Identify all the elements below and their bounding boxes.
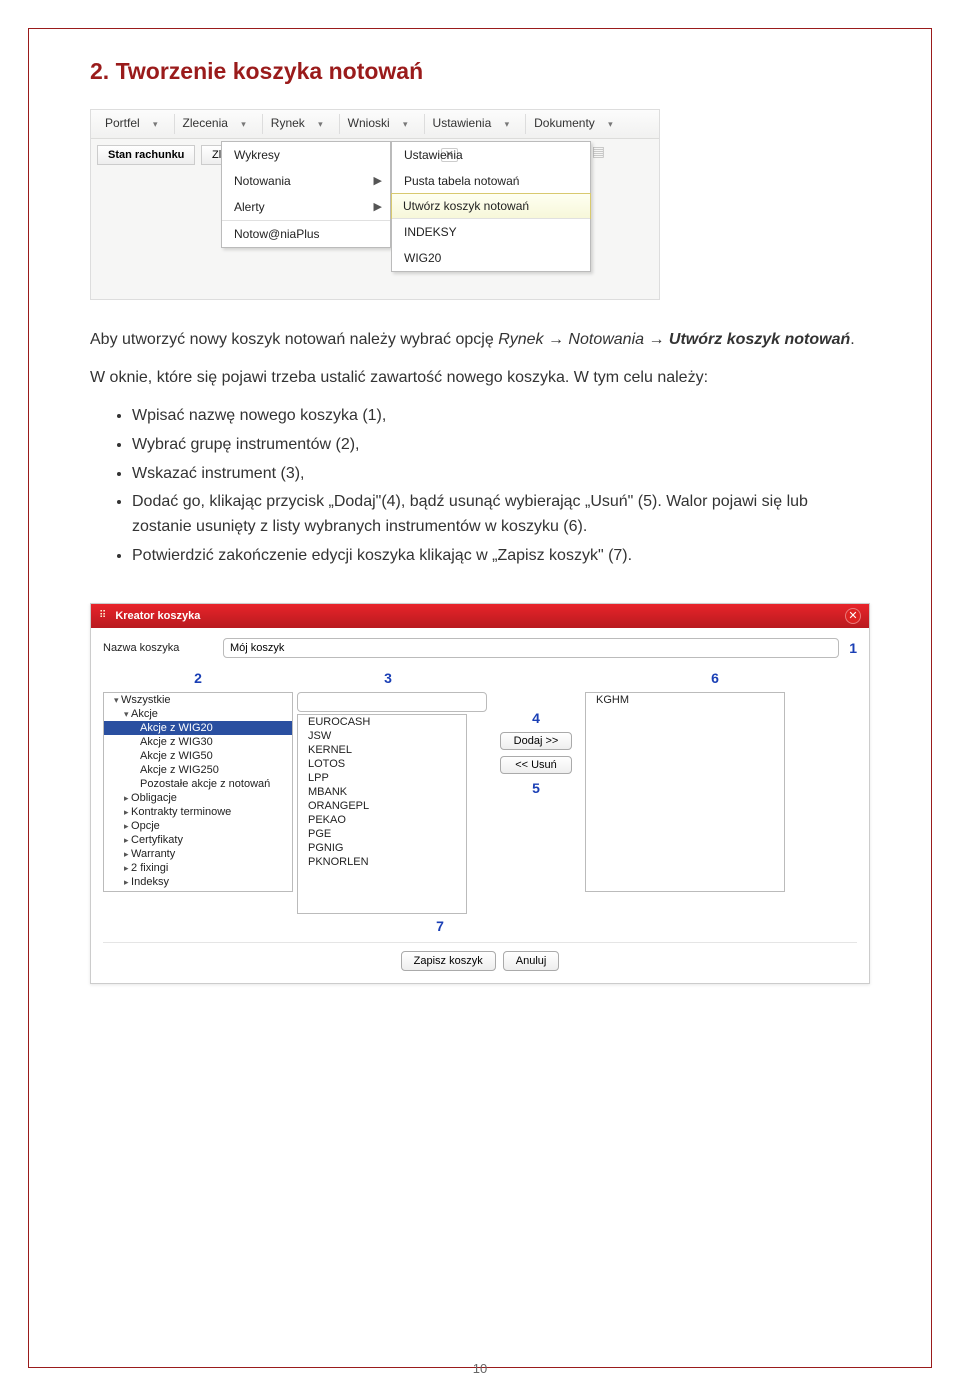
menu-item[interactable]: Dokumenty ▾ — [526, 114, 629, 134]
menu-item[interactable]: Portfel ▾ — [97, 114, 175, 134]
tree-node[interactable]: Obligacje — [104, 791, 292, 805]
basket-name-input[interactable] — [223, 638, 839, 658]
submenu-rynek[interactable]: WykresyNotowania▶Alerty▶Notow@niaPlus — [221, 141, 391, 248]
marker-6: 6 — [711, 670, 719, 686]
tree-node[interactable]: Pozostałe akcje z notowań — [104, 777, 292, 791]
tree-node[interactable]: Wszystkie — [104, 693, 292, 707]
menu-item[interactable]: Pusta tabela notowań — [392, 168, 590, 194]
save-basket-button[interactable]: Zapisz koszyk — [401, 951, 496, 971]
section-heading: 2. Tworzenie koszyka notowań — [90, 58, 870, 85]
menu-item[interactable]: Notowania▶ — [222, 168, 390, 194]
grip-icon: ⠿ — [99, 610, 107, 621]
list-item: Wybrać grupę instrumentów (2), — [132, 433, 870, 458]
menu-item[interactable]: Ustawienia — [392, 142, 590, 168]
tree-node[interactable]: 2 fixingi — [104, 861, 292, 875]
list-item[interactable]: PKNORLEN — [298, 855, 466, 869]
add-button[interactable]: Dodaj >> — [500, 732, 572, 750]
menu-item[interactable]: WIG20 — [392, 245, 590, 271]
chevron-right-icon: ▶ — [374, 200, 382, 213]
menu-item[interactable]: Notow@niaPlus — [222, 220, 390, 247]
paragraph-steps-intro: W oknie, które się pojawi trzeba ustalić… — [90, 366, 870, 390]
tree-node[interactable]: Akcje z WIG50 — [104, 749, 292, 763]
list-item: Dodać go, klikając przycisk „Dodaj"(4), … — [132, 490, 870, 540]
menu-item[interactable]: Rynek ▾ — [263, 114, 340, 134]
list-item: Wpisać nazwę nowego koszyka (1), — [132, 404, 870, 429]
list-item[interactable]: LPP — [298, 771, 466, 785]
tree-node[interactable]: Akcje z WIG20 — [104, 721, 292, 735]
basket-name-label: Nazwa koszyka — [103, 642, 223, 654]
screenshot-kreator: ⠿ Kreator koszyka ✕ Nazwa koszyka 1 2 3 … — [90, 603, 870, 984]
screenshot-menu: Portfel ▾Zlecenia ▾Rynek ▾Wnioski ▾Ustaw… — [90, 109, 660, 300]
instrument-group-tree[interactable]: WszystkieAkcjeAkcje z WIG20Akcje z WIG30… — [103, 692, 293, 892]
tree-node[interactable]: Akcje — [104, 707, 292, 721]
list-item[interactable]: JSW — [298, 729, 466, 743]
remove-button[interactable]: << Usuń — [500, 756, 572, 774]
menu-item[interactable]: Alerty▶ — [222, 194, 390, 220]
tree-node[interactable]: Indeksy — [104, 875, 292, 889]
steps-list: Wpisać nazwę nowego koszyka (1), Wybrać g… — [90, 404, 870, 569]
marker-2: 2 — [194, 670, 202, 686]
cancel-button[interactable]: Anuluj — [503, 951, 560, 971]
menu-item[interactable]: INDEKSY — [392, 218, 590, 245]
marker-4: 4 — [532, 710, 540, 726]
menu-item[interactable]: Utwórz koszyk notowań — [391, 193, 591, 219]
instrument-list[interactable]: EUROCASHJSWKERNELLOTOSLPPMBANKORANGEPLPE… — [297, 714, 467, 914]
menu-item[interactable]: Zlecenia ▾ — [175, 114, 263, 134]
list-item[interactable]: KERNEL — [298, 743, 466, 757]
list-item[interactable]: LOTOS — [298, 757, 466, 771]
marker-3: 3 — [384, 670, 392, 686]
tree-node[interactable]: Certyfikaty — [104, 833, 292, 847]
menu-item[interactable]: Wykresy — [222, 142, 390, 168]
menu-item[interactable]: Ustawienia ▾ — [425, 114, 527, 134]
close-dialog-icon[interactable]: ✕ — [845, 608, 861, 624]
tree-node[interactable]: Opcje — [104, 819, 292, 833]
list-item[interactable]: MBANK — [298, 785, 466, 799]
tree-node[interactable]: Akcje z WIG250 — [104, 763, 292, 777]
dialog-title: Kreator koszyka — [115, 610, 845, 622]
marker-7: 7 — [436, 918, 444, 934]
list-item: Potwierdzić zakończenie edycji koszyka k… — [132, 544, 870, 569]
instrument-filter-input[interactable] — [297, 692, 487, 712]
paragraph-intro: Aby utworzyć nowy koszyk notowań należy … — [90, 328, 870, 352]
tree-node[interactable]: ETF — [104, 889, 292, 892]
menu-item[interactable]: Wnioski ▾ — [340, 114, 425, 134]
list-item[interactable]: PEKAO — [298, 813, 466, 827]
marker-5: 5 — [532, 780, 540, 796]
selected-instruments-list[interactable]: KGHM — [585, 692, 785, 892]
list-item[interactable]: KGHM — [586, 693, 784, 707]
list-item[interactable]: PGE — [298, 827, 466, 841]
tree-node[interactable]: Warranty — [104, 847, 292, 861]
chevron-right-icon: ▶ — [374, 174, 382, 187]
menubar: Portfel ▾Zlecenia ▾Rynek ▾Wnioski ▾Ustaw… — [91, 110, 659, 139]
tab-stan-rachunku[interactable]: Stan rachunku — [97, 145, 195, 165]
list-item[interactable]: PGNIG — [298, 841, 466, 855]
list-item[interactable]: EUROCASH — [298, 715, 466, 729]
submenu-notowania[interactable]: ✕ UstawieniaPusta tabela notowańUtwórz k… — [391, 141, 591, 272]
tree-node[interactable]: Akcje z WIG30 — [104, 735, 292, 749]
list-item: Wskazać instrument (3), — [132, 462, 870, 487]
tree-node[interactable]: Kontrakty terminowe — [104, 805, 292, 819]
page-number: 10 — [0, 1361, 960, 1376]
dialog-titlebar[interactable]: ⠿ Kreator koszyka ✕ — [91, 604, 869, 628]
list-item[interactable]: ORANGEPL — [298, 799, 466, 813]
marker-1: 1 — [849, 640, 857, 656]
